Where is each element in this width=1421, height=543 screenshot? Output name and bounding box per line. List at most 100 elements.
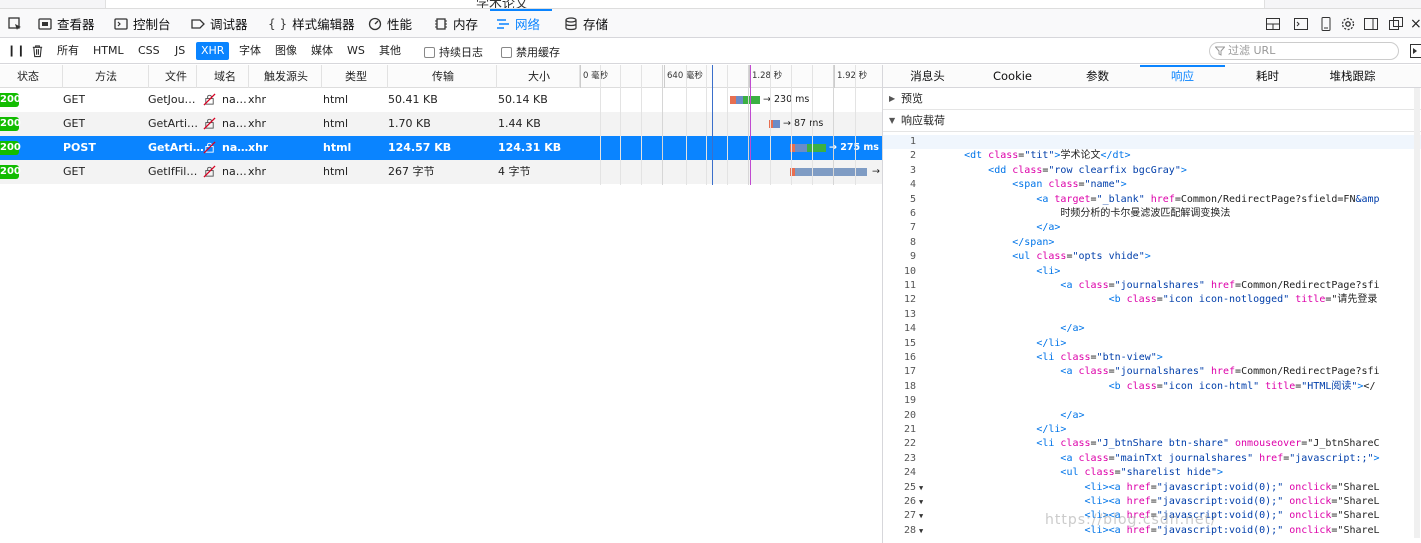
checkbox-box[interactable]: [501, 46, 512, 58]
code-line: 6 时频分析的卡尔曼滤波匹配解调变换法: [883, 207, 1421, 221]
waterfall-grid-line: [600, 65, 601, 185]
sidebar-toggle-icon: [1410, 44, 1421, 58]
tab-label: 存储: [583, 17, 609, 32]
fold-arrow-icon[interactable]: ▼: [919, 524, 923, 538]
cell-cause: xhr: [248, 141, 269, 154]
cell-cause: xhr: [248, 117, 267, 130]
code-scrollbar[interactable]: [1414, 88, 1420, 538]
code-line: 23 <a class="mainTxt journalshares" href…: [883, 452, 1421, 466]
details-tab-4[interactable]: 耗时: [1225, 65, 1310, 88]
code-line: 17 <a class="journalshares" href=Common/…: [883, 365, 1421, 379]
line-number: 5: [909, 193, 916, 205]
tab-network[interactable]: 网络: [490, 9, 552, 38]
preview-section[interactable]: ▶ 预览: [883, 88, 1421, 110]
tab-console[interactable]: 控制台: [108, 9, 177, 38]
cell-size: 124.31 KB: [498, 141, 562, 154]
cell-domain: na…: [222, 165, 247, 178]
code-text: </li>: [1036, 337, 1067, 349]
tab-style-editor[interactable]: { } 样式编辑器: [262, 9, 361, 38]
filter-type-1[interactable]: HTML: [88, 42, 129, 60]
timing-bar-segment: [743, 96, 760, 104]
line-number: 21: [903, 424, 916, 435]
fold-arrow-icon[interactable]: ▼: [919, 509, 923, 523]
column-method[interactable]: 方法: [63, 65, 149, 88]
request-details-panel: 消息头 Cookie 参数 响应 耗时 堆栈跟踪 ▶ 预览 ▼ 响应载荷 12 <dt c…: [882, 65, 1421, 543]
filter-type-6[interactable]: 图像: [270, 42, 302, 60]
line-number: 10: [903, 265, 916, 277]
timing-bar-segment: [807, 144, 826, 152]
code-text: <li>: [1036, 265, 1061, 277]
fold-arrow-icon[interactable]: ▼: [919, 481, 923, 495]
code-text: </span>: [1012, 236, 1055, 248]
watermark: https://blog.csdn.net/: [1045, 512, 1217, 528]
column-type[interactable]: 类型: [322, 65, 388, 88]
tab-performance[interactable]: 性能: [362, 9, 418, 38]
details-tab-2[interactable]: 参数: [1055, 65, 1140, 88]
cell-transferred: 267 字节: [388, 165, 435, 178]
timing-bar-segment: [795, 144, 807, 152]
undock-button[interactable]: [1388, 16, 1404, 32]
tab-memory[interactable]: 内存: [428, 9, 484, 38]
tab-debugger[interactable]: 调试器: [185, 9, 254, 38]
line-number: 26: [903, 496, 916, 507]
column-domain[interactable]: 域名: [197, 65, 249, 88]
cell-cause: xhr: [248, 165, 267, 178]
cell-file: GetJou…: [148, 93, 196, 106]
line-number: 25: [903, 481, 916, 493]
url-filter-input[interactable]: 过滤 URL: [1209, 42, 1399, 60]
code-line: 10 <li>: [883, 265, 1421, 279]
code-line: 4 <span class="name">: [883, 178, 1421, 192]
waterfall-tick-label: 1.92 秒: [837, 71, 868, 81]
filter-type-5[interactable]: 字体: [234, 42, 266, 60]
line-number: 9: [909, 251, 916, 263]
column-file[interactable]: 文件: [149, 65, 197, 88]
filter-type-3[interactable]: JS: [170, 42, 190, 60]
column-transferred[interactable]: 传输: [388, 65, 497, 88]
responsive-mode-button[interactable]: [1318, 16, 1334, 32]
filter-type-0[interactable]: 所有: [52, 42, 84, 60]
split-console-button[interactable]: [1293, 16, 1309, 32]
column-status[interactable]: 状态: [0, 65, 63, 88]
response-payload-section[interactable]: ▼ 响应载荷: [883, 110, 1421, 132]
response-code-viewer[interactable]: 12 <dt class="tit">学术论文</dt> 3 <dd class=…: [883, 135, 1421, 543]
clear-button[interactable]: [26, 42, 49, 60]
filter-type-7[interactable]: 媒体: [306, 42, 338, 60]
filter-type-4[interactable]: XHR: [196, 42, 230, 60]
waterfall-grid-line: [706, 65, 707, 185]
storage-icon: [564, 16, 578, 31]
element-picker-button[interactable]: [2, 9, 28, 38]
code-text: <dd class="row clearfix bgcGray">: [988, 164, 1187, 176]
line-number: 18: [903, 380, 916, 392]
toggle-sidebar-button[interactable]: [1405, 42, 1421, 60]
checkbox-box[interactable]: [424, 46, 435, 58]
filter-type-8[interactable]: WS: [342, 42, 370, 60]
code-text: <ul class="opts vhide">: [1012, 251, 1151, 263]
details-tab-0[interactable]: 消息头: [885, 65, 970, 88]
status-badge: 200: [0, 141, 21, 155]
details-tab-5[interactable]: 堆栈跟踪: [1310, 65, 1395, 88]
line-number: 17: [903, 366, 916, 378]
code-text: 时频分析的卡尔曼滤波匹配解调变换法: [940, 208, 1231, 219]
filter-type-2[interactable]: CSS: [133, 42, 165, 60]
disable-cache-checkbox[interactable]: 禁用缓存: [501, 44, 560, 60]
cell-method: GET: [63, 93, 86, 106]
fold-arrow-icon[interactable]: ▼: [919, 495, 923, 509]
cell-domain: na…: [222, 141, 249, 154]
cell-transferred: 124.57 KB: [388, 141, 452, 154]
page-strip: 学术论文: [0, 0, 1421, 9]
details-tab-3[interactable]: 响应: [1140, 65, 1225, 88]
filter-type-9[interactable]: 其他: [374, 42, 406, 60]
settings-button[interactable]: [1340, 16, 1356, 32]
details-tab-1[interactable]: Cookie: [970, 65, 1055, 88]
dock-side-button[interactable]: [1363, 16, 1379, 32]
column-size[interactable]: 大小: [497, 65, 580, 88]
close-devtools-button[interactable]: ×: [1410, 16, 1421, 32]
dock-layout-button[interactable]: [1265, 16, 1281, 32]
code-text: <ul class="sharelist hide">: [1060, 467, 1223, 479]
persist-log-checkbox[interactable]: 持续日志: [424, 44, 483, 60]
tab-inspector[interactable]: 查看器: [32, 9, 101, 38]
line-number: 15: [903, 337, 916, 349]
tab-label: 查看器: [57, 17, 95, 32]
column-cause[interactable]: 触发源头: [249, 65, 322, 88]
tab-storage[interactable]: 存储: [558, 9, 614, 38]
